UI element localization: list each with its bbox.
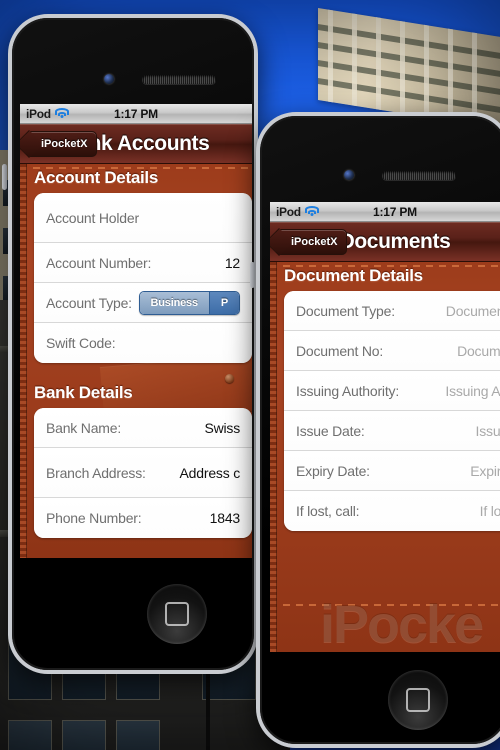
row-label: Issuing Authority: <box>296 382 400 399</box>
row-value: 12 <box>224 254 240 271</box>
status-time: 1:17 PM <box>114 106 158 121</box>
group-bank-details: Bank Name: Swiss Branch Address: Address… <box>34 408 252 538</box>
row-label: Expiry Date: <box>296 462 370 479</box>
segment-business[interactable]: Business <box>139 291 209 314</box>
navigation-bar: iPocketX Bank Accounts <box>20 124 252 164</box>
row-label: Document No: <box>296 342 384 359</box>
back-button[interactable]: iPocketX <box>276 229 348 255</box>
back-button-label: iPocketX <box>291 236 338 248</box>
row-label: Swift Code: <box>46 335 116 351</box>
table-row[interactable]: Account Number: 12 <box>34 243 252 283</box>
section-header-account-details: Account Details <box>34 168 158 187</box>
row-value: Address c <box>179 464 241 481</box>
row-placeholder: Expiry <box>470 462 500 479</box>
front-camera-icon <box>104 74 114 84</box>
row-placeholder: If los <box>479 503 500 519</box>
phone-bank-accounts: iPod 1:17 PM iPocketX Bank Accounts Acco… <box>2 14 258 674</box>
volume-button[interactable] <box>2 164 7 190</box>
row-label: Bank Name: <box>46 419 122 436</box>
row-label: Document Type: <box>296 302 395 319</box>
table-row[interactable]: Account Type: Business P <box>34 283 252 323</box>
status-bar: iPod 1:17 PM <box>20 104 252 124</box>
group-document-details: Document Type: Document Document No: Doc… <box>284 291 500 531</box>
table-row[interactable]: Account Holder <box>34 193 252 243</box>
row-placeholder: Issue <box>475 422 500 439</box>
table-row[interactable]: Expiry Date: Expiry <box>284 451 500 491</box>
status-bar: iPod 1:17 PM <box>270 202 500 222</box>
table-row[interactable]: Phone Number: 1843 <box>34 498 252 538</box>
row-label: If lost, call: <box>296 503 360 519</box>
front-camera-icon <box>344 170 354 180</box>
row-label: Issue Date: <box>296 422 365 439</box>
back-button[interactable]: iPocketX <box>26 131 98 157</box>
status-time: 1:17 PM <box>373 204 417 219</box>
row-label: Account Number: <box>46 254 152 271</box>
home-button[interactable] <box>147 584 207 644</box>
leather-content-area: iPocke Document Details Document Type: D… <box>270 262 500 652</box>
app-watermark: iPocke <box>320 595 484 652</box>
table-row[interactable]: Issuing Authority: Issuing Au <box>284 371 500 411</box>
row-placeholder: Issuing Au <box>445 382 500 399</box>
table-row[interactable]: If lost, call: If los <box>284 491 500 531</box>
section-header-document-details: Document Details <box>284 266 423 285</box>
app-screen-bank-accounts: iPod 1:17 PM iPocketX Bank Accounts Acco… <box>20 104 252 558</box>
table-row[interactable]: Swift Code: <box>34 323 252 363</box>
row-label: Account Holder <box>46 209 139 226</box>
row-label: Branch Address: <box>46 464 146 481</box>
earpiece-speaker-icon <box>142 75 216 84</box>
app-screen-documents: iPod 1:17 PM iPocketX Documents iPocke D… <box>270 202 500 652</box>
row-placeholder: Docume <box>457 342 500 359</box>
phone-documents: iPod 1:17 PM iPocketX Documents iPocke D… <box>250 112 500 748</box>
row-value: 1843 <box>209 510 241 526</box>
account-type-segmented-control[interactable]: Business P <box>138 290 240 315</box>
section-header-bank-details: Bank Details <box>34 383 133 402</box>
row-value: Swiss <box>204 419 240 436</box>
navigation-bar: iPocketX Documents <box>270 222 500 262</box>
row-label: Account Type: <box>46 294 132 311</box>
segment-personal[interactable]: P <box>208 291 239 314</box>
table-row[interactable]: Bank Name: Swiss <box>34 408 252 448</box>
group-account-details: Account Holder Account Number: 12 Accoun… <box>34 193 252 363</box>
table-row[interactable]: Document No: Docume <box>284 331 500 371</box>
leather-content-area: Account Details Account Holder Account N… <box>20 164 252 558</box>
back-button-label: iPocketX <box>41 138 88 150</box>
table-row[interactable]: Document Type: Document <box>284 291 500 331</box>
volume-button[interactable] <box>250 262 255 288</box>
table-row[interactable]: Issue Date: Issue <box>284 411 500 451</box>
page-title: Documents <box>339 229 451 253</box>
table-row[interactable]: Branch Address: Address c <box>34 448 252 498</box>
row-label: Phone Number: <box>46 510 142 526</box>
home-button[interactable] <box>388 670 448 730</box>
row-placeholder: Document <box>445 302 500 319</box>
earpiece-speaker-icon <box>382 171 456 180</box>
